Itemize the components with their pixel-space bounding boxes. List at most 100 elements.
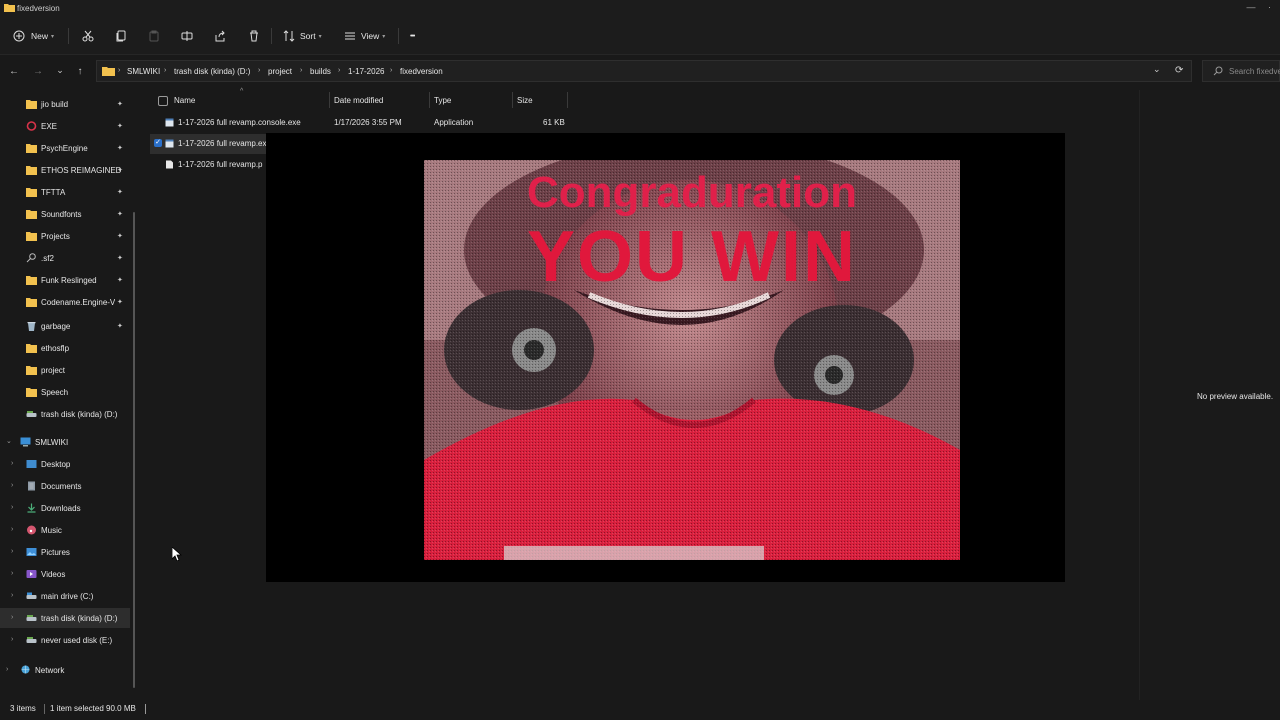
sidebar-item-projects[interactable]: Projects ✦ — [0, 226, 130, 246]
sidebar-item-codename-engine[interactable]: Codename.Engine-V ✦ — [0, 292, 130, 312]
chevron-right-icon: › — [11, 570, 14, 577]
cut-icon — [82, 30, 94, 42]
row-checkbox[interactable]: ✓ — [154, 139, 162, 147]
application-file-icon — [165, 118, 174, 127]
plus-circle-icon — [13, 30, 25, 42]
divider — [68, 28, 69, 44]
sidebar-item-trash-disk[interactable]: › trash disk (kinda) (D:) — [0, 608, 130, 628]
delete-button[interactable] — [248, 25, 260, 47]
breadcrumb-item[interactable]: builds — [310, 67, 331, 76]
sidebar-item-label: Downloads — [41, 504, 81, 513]
file-name: 1-17-2026 full revamp.ex — [178, 139, 266, 148]
sidebar-item-videos[interactable]: › Videos — [0, 564, 130, 584]
sidebar-item-sf2[interactable]: .sf2 ✦ — [0, 248, 130, 268]
breadcrumb-item[interactable]: project — [268, 67, 292, 76]
music-icon — [27, 525, 36, 535]
drive-icon — [26, 615, 37, 621]
recent-locations-chevron-icon[interactable]: ⌄ — [53, 63, 67, 77]
up-arrow-icon[interactable]: ↑ — [73, 65, 87, 79]
back-arrow-icon[interactable]: ← — [7, 65, 21, 79]
new-button[interactable]: New ▾ — [13, 25, 54, 47]
sidebar-item-exe[interactable]: EXE ✦ — [0, 116, 130, 136]
address-bar[interactable] — [96, 60, 1192, 82]
sidebar-item-music[interactable]: › Music — [0, 520, 130, 540]
column-header-name[interactable]: Name — [174, 96, 195, 105]
cut-button[interactable] — [82, 25, 94, 47]
refresh-icon[interactable]: ⟳ — [1175, 65, 1183, 76]
sort-button[interactable]: Sort ▾ — [283, 25, 322, 47]
paste-button[interactable] — [148, 25, 160, 47]
drive-icon — [26, 637, 37, 643]
command-bar: New ▾ Sort ▾ View ▾ ••• — [0, 18, 1280, 55]
mouse-cursor-icon — [172, 547, 182, 561]
sidebar-item-soundfonts[interactable]: Soundfonts ✦ — [0, 204, 130, 224]
congraduration-text: Congraduration — [527, 168, 857, 217]
column-divider[interactable] — [429, 92, 430, 108]
network-icon — [21, 665, 30, 674]
sidebar-item-tftta[interactable]: TFTTA ✦ — [0, 182, 130, 202]
chevron-right-icon: › — [11, 482, 14, 489]
folder-icon — [26, 366, 37, 375]
column-divider[interactable] — [512, 92, 513, 108]
file-name: 1-17-2026 full revamp.p — [178, 160, 263, 169]
sidebar-item-label: SMLWIKI — [35, 438, 69, 447]
pictures-icon — [26, 548, 37, 556]
sidebar-item-project[interactable]: project — [0, 360, 130, 380]
sidebar-item-ethosflp[interactable]: ethosflp — [0, 338, 130, 358]
sidebar-item-downloads[interactable]: › Downloads — [0, 498, 130, 518]
sort-label: Sort — [300, 31, 316, 41]
select-all-checkbox[interactable] — [158, 96, 168, 106]
sidebar-item-never-used-disk[interactable]: › never used disk (E:) — [0, 630, 130, 650]
sidebar-scrollbar[interactable] — [133, 212, 135, 688]
sidebar-item-garbage[interactable]: garbage ✦ — [0, 316, 130, 336]
column-header-date-modified[interactable]: Date modified — [334, 96, 383, 105]
desktop-icon — [26, 460, 37, 468]
more-options-icon[interactable]: ••• — [410, 25, 415, 47]
chevron-right-icon: › — [11, 460, 14, 467]
sidebar-item-label: project — [41, 366, 66, 375]
minimize-button[interactable]: — — [1244, 2, 1258, 14]
sidebar-item-main-drive[interactable]: › main drive (C:) — [0, 586, 130, 606]
forward-arrow-icon[interactable]: → — [31, 65, 45, 79]
column-header-type[interactable]: Type — [434, 96, 451, 105]
selection-info: 1 item selected 90.0 MB — [50, 704, 136, 713]
divider — [44, 704, 45, 714]
videos-icon — [26, 570, 37, 578]
pin-icon: ✦ — [117, 167, 123, 174]
sidebar-item-label: Desktop — [41, 460, 71, 469]
column-divider[interactable] — [329, 92, 330, 108]
breadcrumb-item[interactable]: 1-17-2026 — [348, 67, 384, 76]
share-button[interactable] — [214, 25, 226, 47]
breadcrumb-item[interactable]: trash disk (kinda) (D:) — [174, 67, 250, 76]
sidebar-item-desktop[interactable]: › Desktop — [0, 454, 130, 474]
sidebar-item-this-pc[interactable]: ⌄ SMLWIKI — [0, 432, 130, 452]
pin-icon: ✦ — [117, 211, 123, 218]
sidebar-item-label: trash disk (kinda) (D:) — [41, 410, 118, 419]
sidebar-item-label: Network — [35, 666, 65, 675]
paste-icon — [149, 30, 159, 42]
column-header-size[interactable]: Size — [517, 96, 533, 105]
address-dropdown-chevron-icon[interactable]: ⌄ — [1153, 64, 1161, 75]
sidebar-item-label: ETHOS REIMAGINED — [41, 166, 122, 175]
sidebar-item-jio-build[interactable]: jio build ✦ — [0, 94, 130, 114]
copy-button[interactable] — [115, 25, 127, 47]
sidebar-item-trash-disk-quick[interactable]: trash disk (kinda) (D:) — [0, 404, 130, 424]
breadcrumb-item[interactable]: fixedversion — [400, 67, 443, 76]
rename-button[interactable] — [181, 25, 193, 47]
sidebar-item-pictures[interactable]: › Pictures — [0, 542, 130, 562]
sidebar-item-psychengine[interactable]: PsychEngine ✦ — [0, 138, 130, 158]
sidebar-item-network[interactable]: › Network — [0, 660, 130, 680]
share-icon — [215, 30, 225, 42]
sidebar-item-label: Speech — [41, 388, 69, 397]
view-button[interactable]: View ▾ — [344, 25, 385, 47]
sidebar-item-funk-reslinged[interactable]: Funk Reslinged ✦ — [0, 270, 130, 290]
file-type: Application — [434, 118, 474, 127]
sidebar-item-ethos-reimagined[interactable]: ETHOS REIMAGINED ✦ — [0, 160, 130, 180]
close-button[interactable]: · — [1268, 2, 1280, 14]
column-divider[interactable] — [567, 92, 568, 108]
sidebar-item-speech[interactable]: Speech — [0, 382, 130, 402]
breadcrumb-item[interactable]: SMLWIKI — [127, 67, 160, 76]
folder-icon — [26, 344, 37, 353]
sidebar-item-documents[interactable]: › Documents — [0, 476, 130, 496]
breadcrumb-separator-icon: › — [300, 67, 303, 74]
